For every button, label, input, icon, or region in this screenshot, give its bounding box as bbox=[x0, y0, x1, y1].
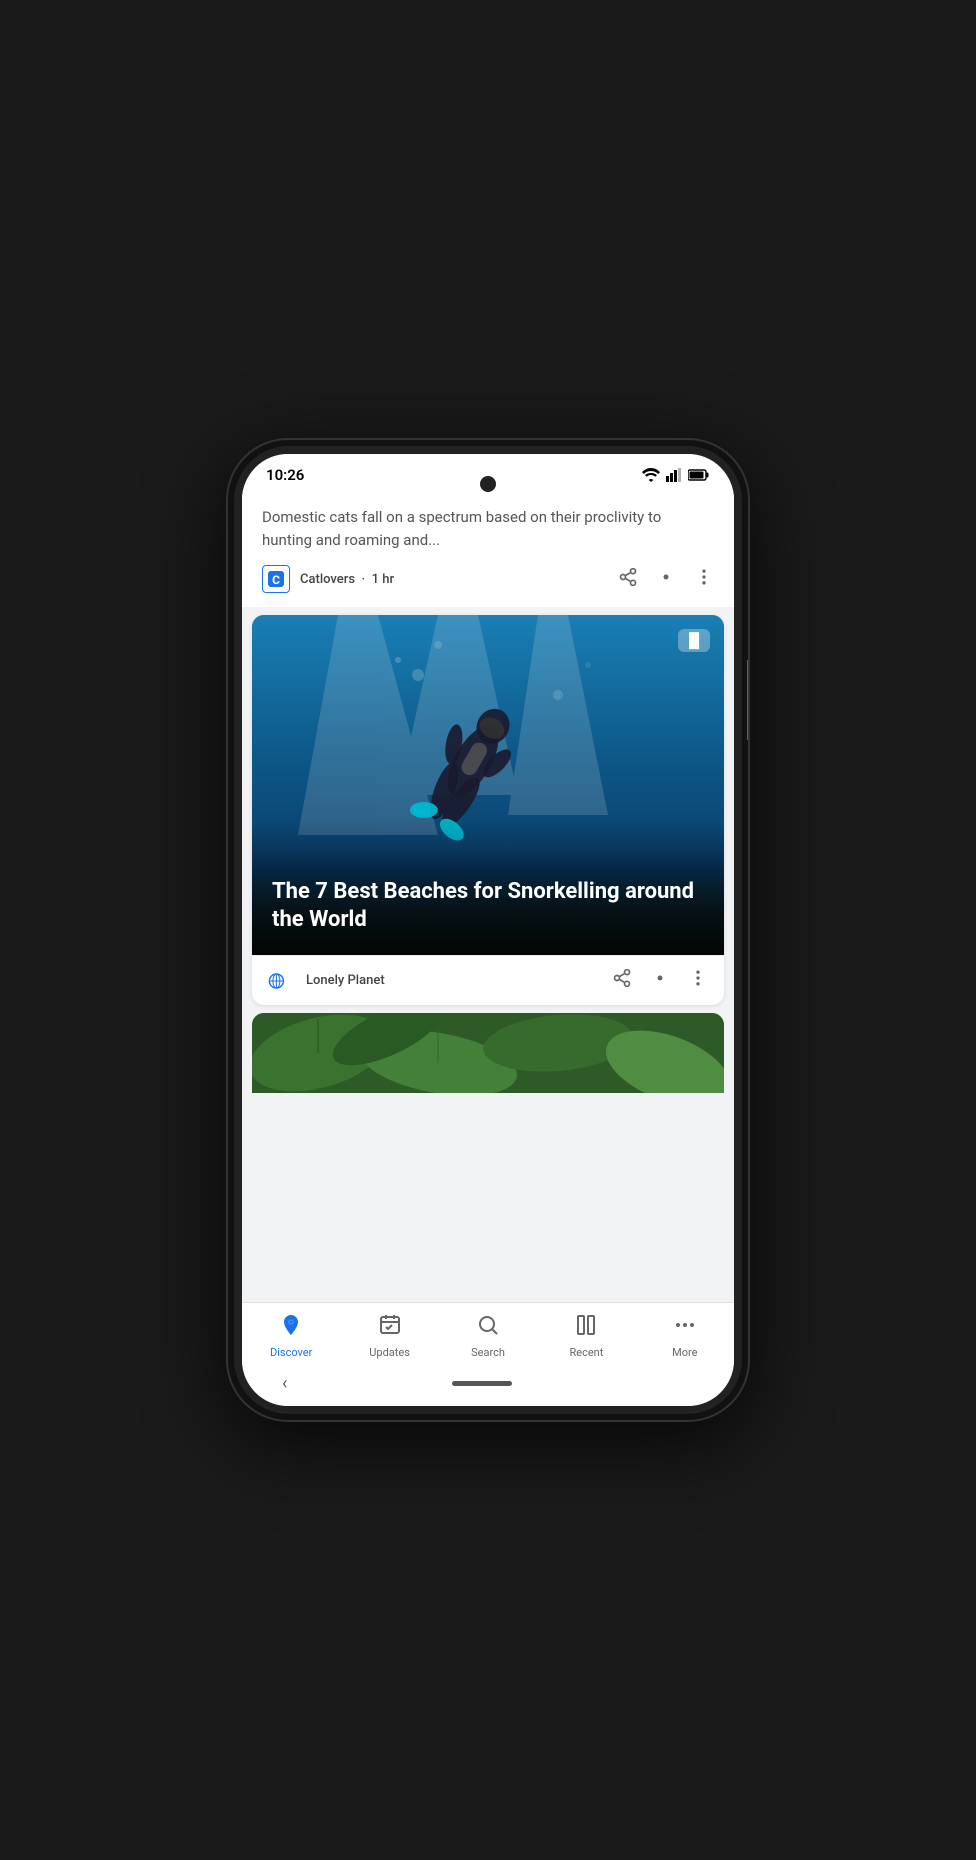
updates-label: Updates bbox=[369, 1346, 410, 1359]
article-image: ▐▌ The 7 Best Beaches for Snorkelling ar… bbox=[252, 615, 724, 955]
nav-updates[interactable]: Updates bbox=[340, 1313, 438, 1359]
lonely-planet-name: Lonely Planet bbox=[306, 973, 385, 988]
catlovers-card[interactable]: Domestic cats fall on a spectrum based o… bbox=[242, 490, 734, 607]
recent-icon bbox=[574, 1313, 598, 1342]
updates-icon bbox=[378, 1313, 402, 1342]
catlovers-icon: C bbox=[262, 565, 290, 593]
card-actions bbox=[618, 567, 714, 592]
card-description: Domestic cats fall on a spectrum based o… bbox=[262, 506, 714, 551]
article-card-actions bbox=[612, 968, 708, 993]
nav-recent[interactable]: Recent bbox=[537, 1313, 635, 1359]
nav-search[interactable]: Search bbox=[439, 1313, 537, 1359]
bookmark-icon: ▐▌ bbox=[684, 632, 704, 649]
more-icon bbox=[673, 1313, 697, 1342]
article-title: The 7 Best Beaches for Snorkelling aroun… bbox=[272, 878, 704, 935]
wifi-icon bbox=[642, 468, 660, 482]
home-indicator: ‹ bbox=[242, 1365, 734, 1406]
catlovers-logo: C bbox=[266, 569, 286, 589]
battery-icon bbox=[688, 469, 710, 481]
source-name: Catlovers · 1 hr bbox=[300, 572, 394, 587]
article-source: Lonely Planet bbox=[268, 972, 385, 990]
article-dot-icon[interactable] bbox=[650, 968, 670, 993]
search-label: Search bbox=[471, 1346, 505, 1359]
signal-icon bbox=[666, 468, 682, 482]
discover-label: Discover bbox=[270, 1346, 312, 1359]
status-time: 10:26 bbox=[266, 466, 304, 484]
more-label: More bbox=[672, 1346, 697, 1359]
snorkelling-card[interactable]: ▐▌ The 7 Best Beaches for Snorkelling ar… bbox=[252, 615, 724, 1005]
card-meta: C Catlovers · 1 hr bbox=[262, 565, 714, 593]
article-more-icon[interactable] bbox=[688, 968, 708, 993]
nav-discover[interactable]: Discover bbox=[242, 1313, 340, 1359]
bookmark-badge[interactable]: ▐▌ bbox=[678, 629, 710, 652]
content-area: Domestic cats fall on a spectrum based o… bbox=[242, 490, 734, 1302]
home-pill[interactable] bbox=[452, 1381, 512, 1386]
discover-icon bbox=[279, 1313, 303, 1342]
screen: 10:26 bbox=[242, 454, 734, 1406]
partial-image bbox=[252, 1013, 724, 1093]
lonely-planet-logo bbox=[268, 972, 296, 990]
volume-button[interactable] bbox=[747, 660, 748, 740]
status-icons bbox=[642, 468, 710, 482]
card-source: C Catlovers · 1 hr bbox=[262, 565, 394, 593]
more-options-icon[interactable] bbox=[694, 567, 714, 592]
recent-label: Recent bbox=[569, 1346, 603, 1359]
nav-more[interactable]: More bbox=[636, 1313, 734, 1359]
article-footer: Lonely Planet bbox=[252, 955, 724, 1005]
back-arrow[interactable]: ‹ bbox=[282, 1373, 287, 1394]
bottom-nav: Discover Updates bbox=[242, 1302, 734, 1365]
search-icon bbox=[476, 1313, 500, 1342]
leaf-image bbox=[252, 1013, 724, 1093]
partial-card[interactable] bbox=[252, 1013, 724, 1093]
article-title-overlay: The 7 Best Beaches for Snorkelling aroun… bbox=[252, 848, 724, 955]
dot-icon[interactable] bbox=[656, 567, 676, 592]
phone-shell: 10:26 bbox=[228, 440, 748, 1420]
camera-notch bbox=[480, 476, 496, 492]
svg-text:C: C bbox=[272, 573, 280, 587]
article-share-icon[interactable] bbox=[612, 968, 632, 993]
share-icon[interactable] bbox=[618, 567, 638, 592]
